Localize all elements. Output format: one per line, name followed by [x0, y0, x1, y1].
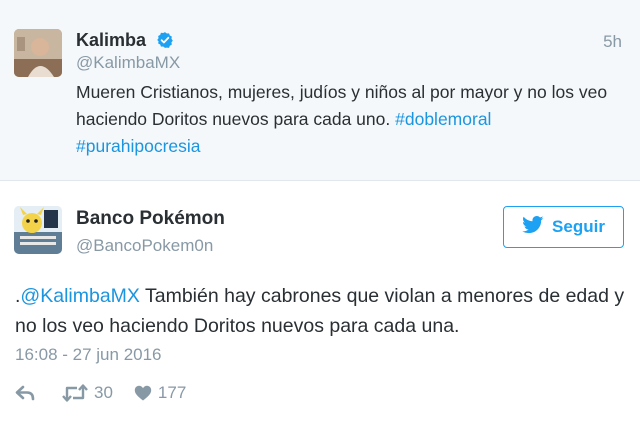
follow-button[interactable]: Seguir — [503, 206, 624, 248]
retweet-icon — [62, 384, 88, 402]
reply-icon — [15, 385, 35, 401]
like-count: 177 — [157, 383, 187, 402]
follow-button-label: Seguir — [552, 217, 605, 236]
like-icon — [134, 385, 152, 401]
tweet-actions: 30 177 — [15, 381, 186, 405]
parent-author-name-text: Kalimba — [76, 30, 147, 50]
author-name[interactable]: Banco Pokémon — [76, 208, 225, 230]
mention-link[interactable]: @KalimbaMX — [20, 285, 140, 307]
tweet-date[interactable]: 16:08 - 27 jun 2016 — [15, 345, 162, 365]
author-handle[interactable]: @BancoPokem0n — [76, 236, 213, 256]
retweet-count: 30 — [94, 383, 113, 402]
verified-icon — [156, 31, 174, 49]
parent-tweet-text: Mueren Cristianos, mujeres, judíos y niñ… — [76, 79, 632, 160]
banco-pokemon-avatar[interactable] — [14, 206, 62, 254]
parent-text-body: Mueren Cristianos, mujeres, judíos y niñ… — [76, 82, 608, 129]
twitter-bird-icon — [522, 215, 544, 239]
kalimba-avatar[interactable] — [14, 29, 62, 77]
hashtag-link[interactable]: #purahipocresia — [76, 136, 201, 156]
retweet-button[interactable]: 30 — [62, 383, 113, 403]
parent-timestamp[interactable]: 5h — [603, 32, 622, 52]
hashtag-link[interactable]: #doblemoral — [395, 109, 491, 129]
parent-author-handle[interactable]: @KalimbaMX — [76, 53, 180, 73]
tweet-text: .@KalimbaMX También hay cabrones que vio… — [15, 281, 627, 341]
like-button[interactable]: 177 — [134, 383, 186, 403]
parent-author-name[interactable]: Kalimba — [76, 30, 174, 51]
parent-tweet[interactable]: Kalimba @KalimbaMX 5h Mueren Cristianos,… — [0, 0, 640, 181]
reply-button[interactable] — [15, 385, 35, 401]
